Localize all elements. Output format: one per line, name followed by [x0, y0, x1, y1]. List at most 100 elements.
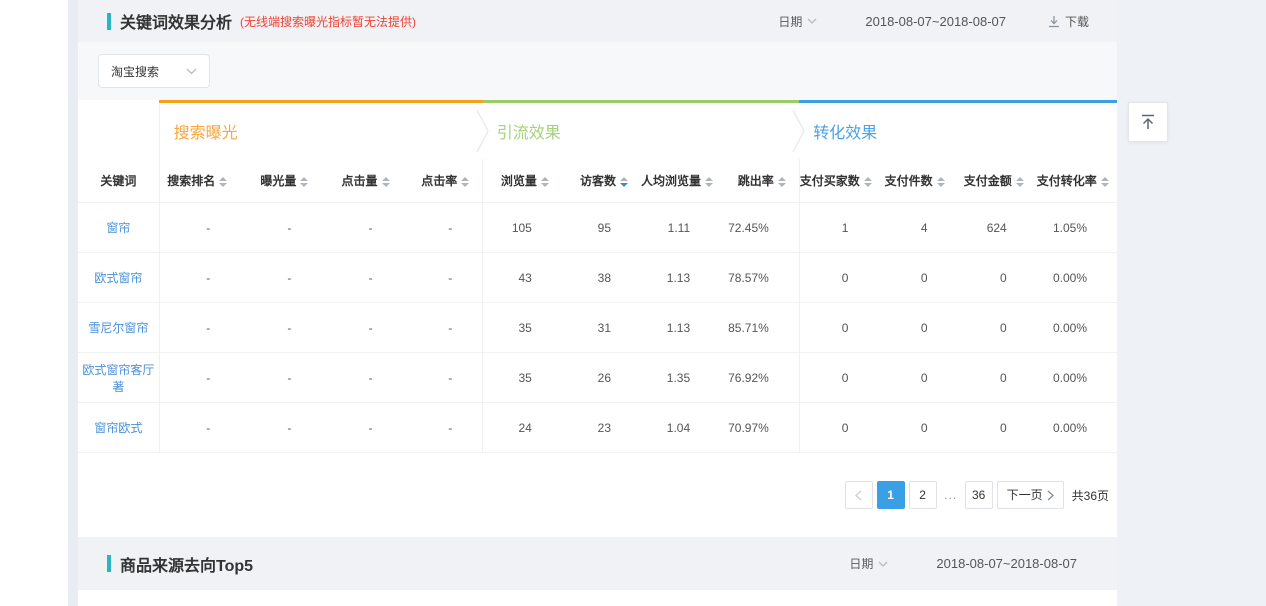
title-accent-bar [107, 555, 111, 572]
sort-icon [300, 177, 308, 187]
cell: - [159, 353, 240, 403]
cell: 0.00% [1037, 253, 1117, 303]
cell: 43 [483, 253, 562, 303]
channel-select-value: 淘宝搜索 [111, 63, 159, 80]
filter-row: 淘宝搜索 [78, 42, 1117, 100]
section-header-keyword-analysis: 关键词效果分析 (无线端搜索曝光指标暂无法提供) 日期 2018-08-07~2… [78, 0, 1117, 42]
keyword-link[interactable]: 欧式窗帘客厅著 [78, 353, 159, 403]
date-filter-label: 日期 [778, 13, 802, 30]
channel-select[interactable]: 淘宝搜索 [98, 54, 210, 88]
back-to-top-button[interactable] [1128, 102, 1168, 142]
date-filter-dropdown[interactable]: 日期 [778, 13, 817, 30]
col-header-pay-buyers[interactable]: 支付买家数 [799, 159, 878, 203]
cell: 76.92% [720, 353, 799, 403]
sort-icon [778, 177, 786, 187]
table-row: 欧式窗帘 - - - - 43 38 1.13 78.57% 0 0 0 0.0… [78, 253, 1117, 303]
keyword-link[interactable]: 窗帘欧式 [78, 403, 159, 453]
page-2-button[interactable]: 2 [909, 481, 937, 509]
group-traffic-effect: 引流效果 [483, 102, 800, 159]
cell: 0 [878, 403, 957, 453]
cell: - [159, 403, 240, 453]
cell: - [240, 253, 321, 303]
cell: - [321, 303, 402, 353]
col-header-search-rank[interactable]: 搜索排名 [159, 159, 240, 203]
cell: - [240, 203, 321, 253]
group-label: 引流效果 [497, 125, 561, 142]
cell: 0 [958, 403, 1037, 453]
cell: - [403, 303, 483, 353]
cell: 0.00% [1037, 353, 1117, 403]
sort-icon [382, 177, 390, 187]
back-to-top-icon [1138, 112, 1158, 132]
cell: 0.00% [1037, 303, 1117, 353]
cell: 4 [878, 203, 957, 253]
cell: 38 [562, 253, 641, 303]
cell: - [240, 353, 321, 403]
download-icon [1048, 15, 1060, 28]
page-prev-button[interactable] [845, 481, 873, 509]
next-page-button[interactable]: 下一页 [997, 481, 1064, 509]
cell: - [403, 203, 483, 253]
page-title: 关键词效果分析 [120, 9, 232, 33]
page: 关键词效果分析 (无线端搜索曝光指标暂无法提供) 日期 2018-08-07~2… [0, 0, 1266, 606]
keyword-link[interactable]: 雪尼尔窗帘 [78, 303, 159, 353]
next-card-top-strip [78, 590, 1117, 598]
col-header-clicks[interactable]: 点击量 [321, 159, 402, 203]
content-column: 关键词效果分析 (无线端搜索曝光指标暂无法提供) 日期 2018-08-07~2… [78, 0, 1117, 606]
cell: 24 [483, 403, 562, 453]
col-header-pay-conversion[interactable]: 支付转化率 [1037, 159, 1117, 203]
cell: 26 [562, 353, 641, 403]
cell: 1 [799, 203, 878, 253]
title-note: (无线端搜索曝光指标暂无法提供) [240, 13, 416, 30]
cell: - [403, 253, 483, 303]
cell: 95 [562, 203, 641, 253]
cell: 31 [562, 303, 641, 353]
date-filter-dropdown[interactable]: 日期 [849, 555, 888, 572]
col-header-pay-amount[interactable]: 支付金额 [958, 159, 1037, 203]
cell: - [240, 403, 321, 453]
cell: - [159, 253, 240, 303]
col-header-visitors[interactable]: 访客数 [562, 159, 641, 203]
download-button[interactable]: 下载 [1048, 13, 1089, 30]
col-header-ctr[interactable]: 点击率 [403, 159, 483, 203]
col-header-exposure[interactable]: 曝光量 [240, 159, 321, 203]
group-divider-chevron [476, 108, 490, 154]
cell: 0 [799, 253, 878, 303]
title-accent-bar [107, 13, 111, 30]
keyword-link[interactable]: 窗帘 [78, 203, 159, 253]
page-36-button[interactable]: 36 [965, 481, 993, 509]
sort-icon [1101, 177, 1109, 187]
date-filter-label: 日期 [849, 555, 873, 572]
col-header-keyword: 关键词 [78, 159, 159, 203]
page-1-button[interactable]: 1 [877, 481, 905, 509]
cell: 23 [562, 403, 641, 453]
column-header-row: 关键词 搜索排名 曝光量 点击量 点击率 浏览量 访客数 人均浏览量 跳出率 支… [78, 159, 1117, 203]
cell: - [159, 303, 240, 353]
group-search-exposure: 搜索曝光 [159, 102, 483, 159]
table-row: 窗帘 - - - - 105 95 1.11 72.45% 1 4 624 1.… [78, 203, 1117, 253]
section2-controls: 日期 2018-08-07~2018-08-07 [849, 555, 1117, 572]
cell: - [240, 303, 321, 353]
cell: 1.13 [641, 303, 720, 353]
section2-title: 商品来源去向Top5 [120, 552, 253, 576]
cell: 72.45% [720, 203, 799, 253]
cell: 35 [483, 353, 562, 403]
sort-icon [864, 177, 872, 187]
keyword-table-card: 搜索曝光 引流效果 转化效果 关键词 搜索排名 曝光量 点击量 [78, 100, 1117, 537]
cell: - [403, 353, 483, 403]
keyword-effect-table: 搜索曝光 引流效果 转化效果 关键词 搜索排名 曝光量 点击量 [78, 100, 1117, 453]
cell: - [403, 403, 483, 453]
col-header-bounce-rate[interactable]: 跳出率 [720, 159, 799, 203]
cell: - [321, 403, 402, 453]
keyword-link[interactable]: 欧式窗帘 [78, 253, 159, 303]
cell: 624 [958, 203, 1037, 253]
cell: 1.35 [641, 353, 720, 403]
col-header-pay-items[interactable]: 支付件数 [878, 159, 957, 203]
group-header-row: 搜索曝光 引流效果 转化效果 [78, 102, 1117, 159]
col-header-avg-pageviews[interactable]: 人均浏览量 [641, 159, 720, 203]
group-label: 搜索曝光 [174, 125, 238, 142]
chevron-left-icon [855, 490, 862, 501]
pagination: 1 2 ... 36 下一页 共36页 [78, 453, 1117, 537]
col-header-pageviews[interactable]: 浏览量 [483, 159, 562, 203]
total-pages-text: 共36页 [1072, 487, 1109, 504]
